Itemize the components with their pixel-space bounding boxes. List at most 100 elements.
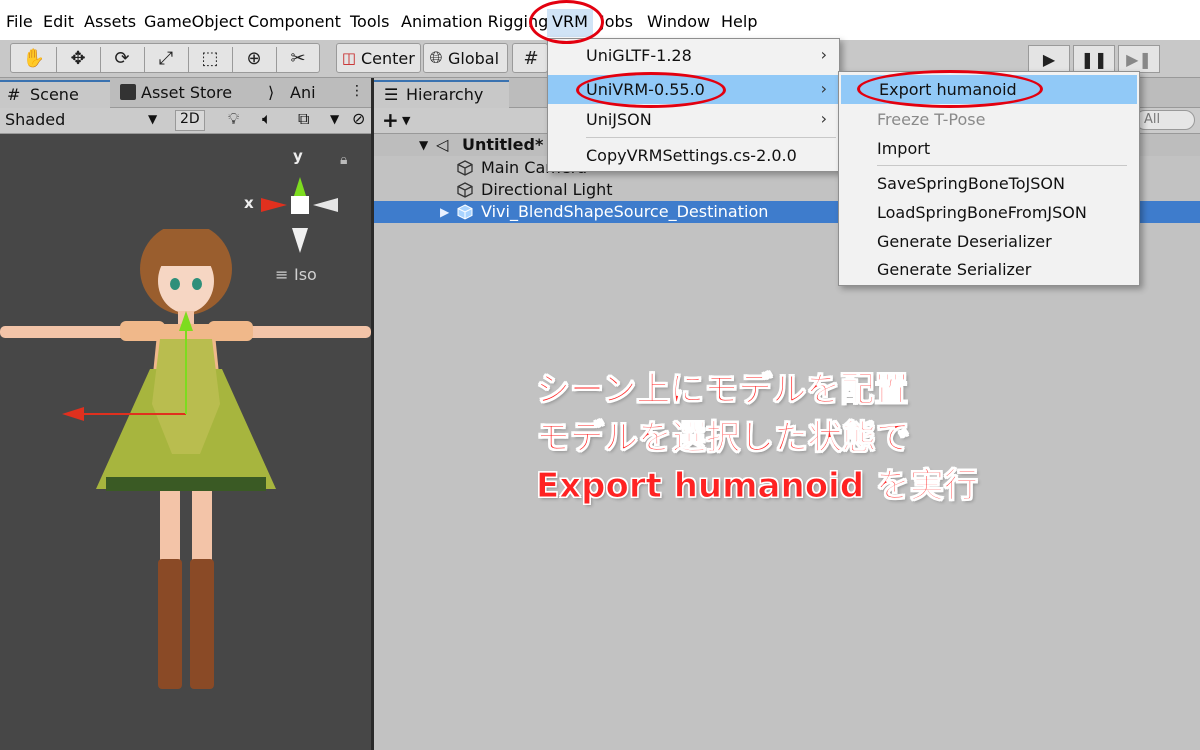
scene-toolbar: Shaded ▼ 2D 💡︎ 🔈︎ ⧉ ▼ ⊘ (0, 108, 371, 134)
step-button[interactable]: ▶❚ (1118, 45, 1160, 73)
annotation-line: シーン上にモデルを配置 (536, 370, 909, 411)
right-boot (190, 559, 214, 689)
pivot-center-label: Center (361, 49, 415, 68)
prefab-icon (457, 204, 473, 220)
add-dropdown-icon[interactable]: ▼ (402, 114, 410, 127)
menu-jobs[interactable]: Jobs (600, 12, 633, 31)
asset-store-icon (120, 84, 136, 100)
pivot-center-button[interactable]: ◫ Center (336, 43, 421, 73)
left-eye (170, 278, 180, 290)
menu-item-label: CopyVRMSettings.cs-2.0.0 (586, 146, 797, 165)
character-model[interactable] (0, 229, 371, 749)
tab-scene[interactable]: # Scene (0, 80, 110, 108)
menu-item-copyvrmsettings[interactable]: CopyVRMSettings.cs-2.0.0 (548, 141, 839, 170)
hierarchy-search-input[interactable]: All (1135, 110, 1195, 130)
expand-arrow-icon[interactable]: ▶ (440, 205, 449, 219)
tab-asset-store[interactable]: Asset Store (141, 83, 232, 102)
gameobject-icon (457, 182, 473, 198)
menu-item-generate-serializer[interactable]: Generate Serializer (839, 255, 1139, 284)
chevron-down-icon: ▼ (148, 112, 158, 126)
right-eye (192, 278, 202, 290)
dress-hem (106, 477, 266, 491)
hand-icon[interactable]: ✋ (19, 48, 49, 69)
tab-hierarchy-label: Hierarchy (406, 85, 484, 104)
animator-icon: ⟩ (268, 83, 275, 102)
chevron-right-icon: › (820, 109, 827, 128)
hierarchy-list-icon: ☰ (384, 85, 399, 104)
pause-button[interactable]: ❚❚ (1073, 45, 1115, 73)
tab-menu-icon[interactable]: ⋮ (350, 83, 364, 99)
menu-item-label: SaveSpringBoneToJSON (877, 174, 1065, 193)
menu-item-load-springbone[interactable]: LoadSpringBoneFromJSON (839, 198, 1139, 227)
scene-view[interactable]: y x 🔒︎ ≡ Iso (0, 134, 371, 750)
hidden-objects-icon[interactable]: ⊘ (352, 109, 365, 128)
menu-item-unijson[interactable]: UniJSON › (548, 105, 839, 134)
tool-separator (232, 47, 233, 73)
transform-icon[interactable]: ⊕ (239, 48, 269, 69)
tool-separator (188, 47, 189, 73)
add-button[interactable]: + (382, 108, 399, 132)
globe-icon: 🌐︎ (429, 48, 443, 67)
gizmo-x-arrow (261, 198, 287, 212)
tab-hierarchy[interactable]: ☰ Hierarchy (374, 80, 509, 108)
menu-item-generate-deserializer[interactable]: Generate Deserializer (839, 227, 1139, 256)
gizmo-neg-x-arrow (313, 198, 338, 212)
gizmo-x-label: x (244, 194, 254, 212)
menu-component[interactable]: Component (248, 12, 341, 31)
menu-tools[interactable]: Tools (350, 12, 389, 31)
menu-item-label: Freeze T-Pose (877, 110, 986, 129)
annotation-ring-vrm-menu (529, 0, 604, 44)
menu-item-unigltf[interactable]: UniGLTF-1.28 › (548, 41, 839, 70)
tool-separator (100, 47, 101, 73)
audio-icon[interactable]: 🔈︎ (262, 109, 272, 129)
vrm-dropdown-menu: UniGLTF-1.28 › UniVRM-0.55.0 › UniJSON ›… (547, 38, 840, 172)
gizmo-y-label: y (293, 147, 303, 165)
annotation-line: モデルを選択した状態で (536, 418, 911, 459)
menu-separator (586, 137, 836, 138)
menu-item-label: LoadSpringBoneFromJSON (877, 203, 1087, 222)
menu-gameobject[interactable]: GameObject (144, 12, 244, 31)
menu-edit[interactable]: Edit (43, 12, 74, 31)
chevron-right-icon: › (820, 45, 827, 64)
custom-tool-icon[interactable]: ✂ (283, 48, 313, 69)
hash-icon: # (7, 85, 21, 104)
tool-separator (144, 47, 145, 73)
menu-separator (877, 165, 1127, 166)
scale-icon[interactable]: ⤢ (151, 48, 181, 69)
gizmo-center-cube (291, 196, 309, 214)
pivot-global-button[interactable]: 🌐︎ Global (423, 43, 508, 73)
menu-assets[interactable]: Assets (84, 12, 136, 31)
menu-item-label: Import (877, 139, 931, 158)
menu-item-save-springbone[interactable]: SaveSpringBoneToJSON (839, 169, 1139, 198)
rect-icon[interactable]: ⬚ (195, 48, 225, 69)
hierarchy-item-label: Vivi_BlendShapeSource_Destination (481, 202, 769, 221)
lighting-icon[interactable]: 💡︎ (228, 109, 239, 129)
lock-icon[interactable]: 🔒︎ (340, 152, 347, 168)
menu-item-label: Generate Deserializer (877, 232, 1052, 251)
tool-group: ✋ ✥ ⟳ ⤢ ⬚ ⊕ ✂ (10, 43, 320, 73)
tab-animator[interactable]: Ani (290, 83, 316, 102)
tool-separator (56, 47, 57, 73)
menu-help[interactable]: Help (721, 12, 757, 31)
effects-dropdown-icon[interactable]: ▼ (330, 112, 339, 126)
hierarchy-item-label: Directional Light (481, 180, 613, 199)
effects-icon[interactable]: ⧉ (298, 109, 309, 129)
menu-item-label: UniGLTF-1.28 (586, 46, 692, 65)
menu-window[interactable]: Window (647, 12, 710, 31)
tab-scene-label: Scene (30, 85, 79, 104)
move-icon[interactable]: ✥ (63, 48, 93, 69)
menu-item-import[interactable]: Import (839, 134, 1139, 163)
bangs (158, 244, 214, 266)
gameobject-icon (457, 160, 473, 176)
menu-file[interactable]: File (6, 12, 33, 31)
rotate-icon[interactable]: ⟳ (107, 48, 137, 69)
scene-name: Untitled* (462, 135, 544, 154)
annotation-ring-export-humanoid (857, 70, 1043, 108)
grid-snap-button[interactable]: # (512, 43, 548, 73)
toggle-2d-button[interactable]: 2D (175, 110, 205, 131)
play-button[interactable]: ▶ (1028, 45, 1070, 73)
menu-item-label: UniJSON (586, 110, 652, 129)
menu-animation-rigging[interactable]: Animation Rigging (401, 12, 548, 31)
expand-arrow-icon[interactable]: ▼ (419, 138, 428, 152)
shading-mode-dropdown[interactable]: Shaded (5, 110, 65, 129)
